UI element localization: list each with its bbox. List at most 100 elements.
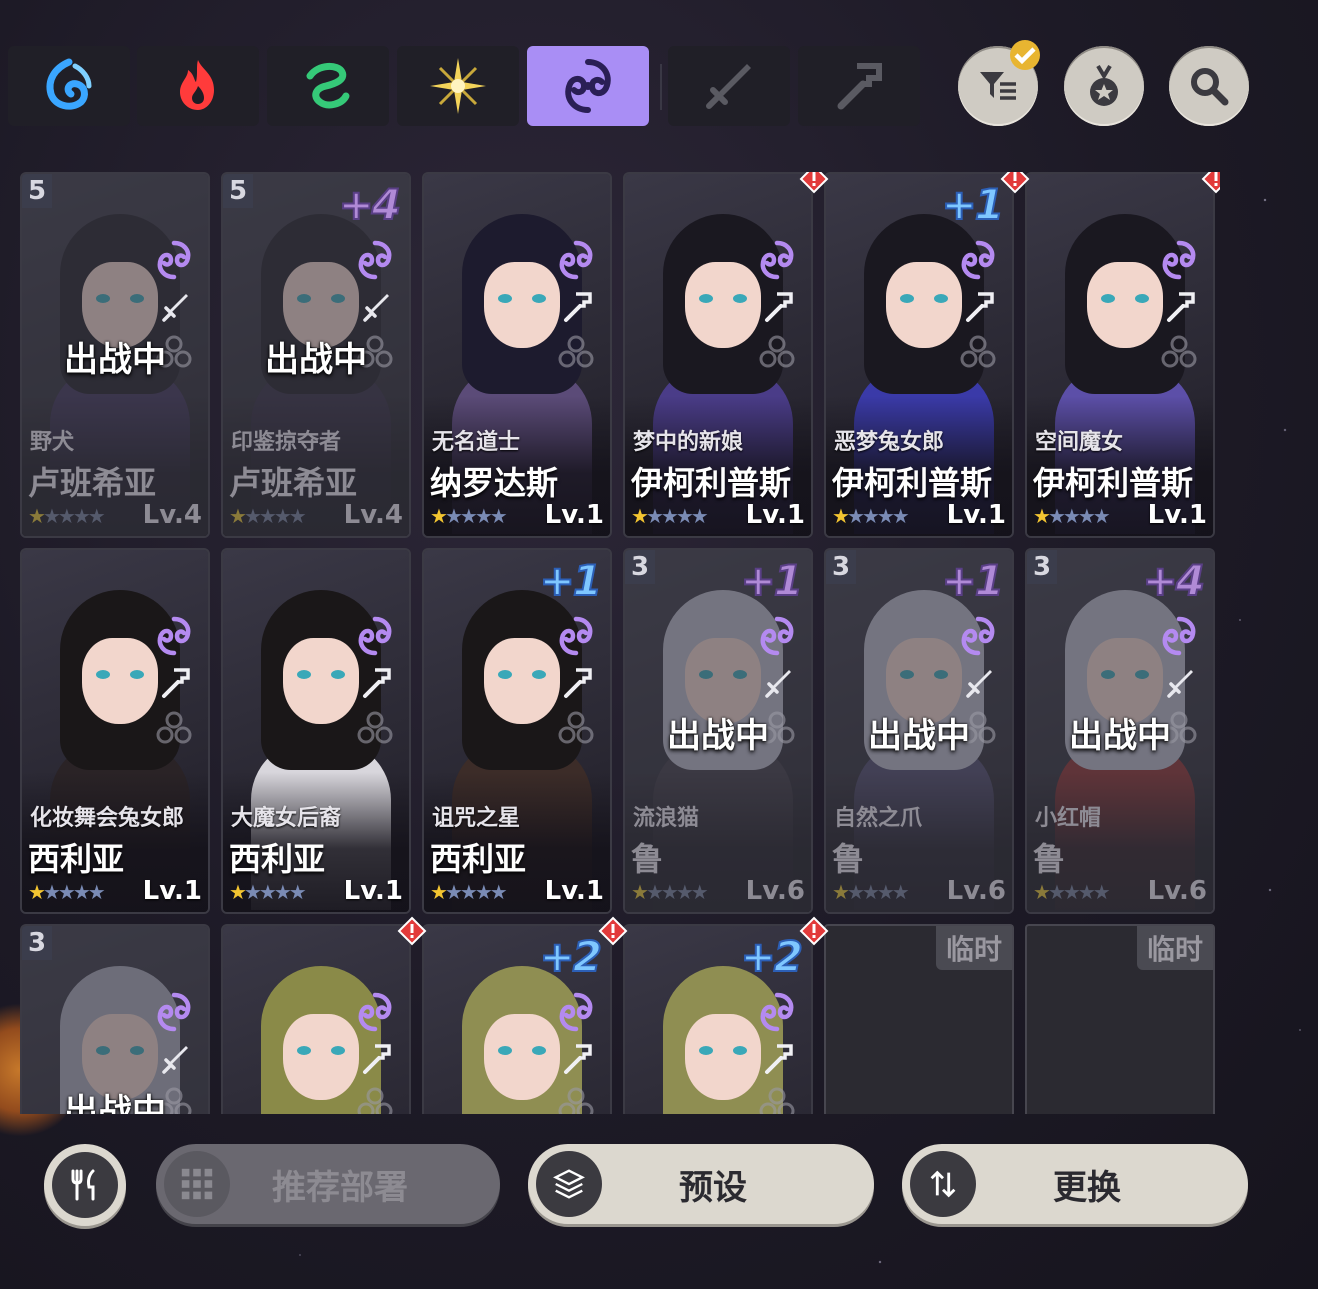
character-level: Lv.1 [946, 500, 1006, 530]
star-rating: ★★★★★ [229, 880, 307, 904]
hammer-class-icon [761, 288, 797, 324]
character-card[interactable]: +2 [623, 924, 813, 1114]
alert-badge-icon [799, 916, 829, 946]
water-element-icon [46, 58, 92, 110]
dark-element-icon [1157, 614, 1201, 658]
accessory-slots-icon [156, 710, 192, 746]
hammer-class-icon [560, 664, 596, 700]
dark-element-icon [554, 238, 598, 282]
tab-sword-class[interactable] [668, 46, 790, 126]
accessory-slots-icon [759, 334, 795, 370]
temporary-tag: 临时 [935, 926, 1012, 970]
character-card[interactable] [221, 924, 411, 1114]
fire-element-icon [180, 60, 214, 110]
character-card[interactable]: +1 恶梦兔女郎 伊柯利普斯 ★★★★★ Lv.1 [824, 172, 1014, 538]
preset-button[interactable]: 预设 [528, 1144, 874, 1224]
character-name: 卢班希亚 [229, 464, 358, 502]
accessory-slots-icon [558, 1086, 594, 1114]
character-title: 恶梦兔女郎 [834, 430, 945, 455]
hammer-class-icon [560, 288, 596, 324]
deployed-label: 出战中 [64, 340, 166, 380]
search-icon [1191, 68, 1229, 106]
sword-class-icon [158, 1040, 194, 1076]
character-level: Lv.4 [343, 500, 403, 530]
dark-element-icon [565, 59, 611, 113]
character-level: Lv.1 [142, 876, 202, 906]
tab-light[interactable] [397, 46, 519, 126]
temporary-tag: 临时 [1136, 926, 1213, 970]
star-rating: ★★★★★ [631, 504, 709, 528]
accessory-slots-icon [558, 710, 594, 746]
dark-element-icon [956, 238, 1000, 282]
light-element-icon [430, 58, 486, 114]
temporary-slot[interactable]: 临时 [1025, 924, 1215, 1114]
swap-button[interactable]: 更换 [902, 1144, 1248, 1224]
wind-element-icon [306, 63, 350, 109]
dark-element-icon [353, 990, 397, 1034]
character-card[interactable]: +1 诅咒之星 西利亚 ★★★★★ Lv.1 [422, 548, 612, 914]
feed-button[interactable] [44, 1144, 126, 1226]
enhance-level: +4 [1142, 555, 1206, 606]
recommend-deploy-label: 推荐部署 [272, 1167, 408, 1208]
character-card[interactable]: 3 出战中 [20, 924, 210, 1114]
tab-hammer-class[interactable] [798, 46, 920, 126]
dark-element-icon [956, 614, 1000, 658]
character-title: 空间魔女 [1035, 430, 1124, 455]
character-card[interactable]: 梦中的新娘 伊柯利普斯 ★★★★★ Lv.1 [623, 172, 813, 538]
rank-badge: 3 [625, 550, 655, 584]
character-card[interactable]: 无名道士 纳罗达斯 ★★★★★ Lv.1 [422, 172, 612, 538]
character-card[interactable]: +2 [422, 924, 612, 1114]
tab-fire[interactable] [137, 46, 259, 126]
character-card[interactable]: 大魔女后裔 西利亚 ★★★★★ Lv.1 [221, 548, 411, 914]
rank-badge: 3 [826, 550, 856, 584]
hammer-class-icon [1163, 288, 1199, 324]
swap-arrows-icon [910, 1151, 976, 1217]
medal-button[interactable] [1064, 46, 1144, 126]
character-level: Lv.6 [1147, 876, 1207, 906]
enhance-level: +2 [539, 931, 603, 982]
character-card[interactable]: 3 +4 出战中 小红帽鲁 ★★★★★ Lv.6 [1025, 548, 1215, 914]
character-card[interactable]: 5 +4 出战中 印鉴掠夺者 卢班希亚 ★★★★★ Lv.4 [221, 172, 411, 538]
character-level: Lv.1 [544, 500, 604, 530]
character-name: 鲁 [631, 840, 664, 878]
tab-dark[interactable] [527, 46, 649, 126]
character-card[interactable]: 化妆舞会兔女郎 西利亚 ★★★★★ Lv.1 [20, 548, 210, 914]
character-name: 卢班希亚 [28, 464, 157, 502]
character-level: Lv.1 [745, 500, 805, 530]
character-card[interactable]: 3 +1 出战中 自然之爪鲁 ★★★★★ Lv.6 [824, 548, 1014, 914]
deployed-label: 出战中 [868, 716, 970, 756]
tab-divider [660, 64, 662, 110]
hammer-class-icon [962, 288, 998, 324]
rank-badge: 3 [1027, 550, 1057, 584]
character-name: 鲁 [1033, 840, 1066, 878]
character-title: 流浪猫 [633, 806, 700, 831]
tab-wind[interactable] [267, 46, 389, 126]
rank-badge: 5 [22, 174, 52, 208]
deployed-label: 出战中 [265, 340, 367, 380]
star-rating: ★★★★★ [28, 504, 106, 528]
character-level: Lv.1 [544, 876, 604, 906]
character-title: 诅咒之星 [432, 806, 521, 831]
medal-icon [1090, 64, 1118, 106]
search-button[interactable] [1169, 46, 1249, 126]
hammer-class-icon [761, 1040, 797, 1076]
temporary-slot[interactable]: 临时 [824, 924, 1014, 1114]
character-card[interactable]: 空间魔女 伊柯利普斯 ★★★★★ Lv.1 [1025, 172, 1215, 538]
character-level: Lv.6 [745, 876, 805, 906]
character-card[interactable]: 5 出战中 野犬 卢班希亚 ★★★★★ Lv.4 [20, 172, 210, 538]
tab-water[interactable] [8, 46, 130, 126]
star-rating: ★★★★★ [832, 504, 910, 528]
deployed-label: 出战中 [1069, 716, 1171, 756]
character-title: 大魔女后裔 [231, 806, 342, 831]
dark-element-icon [554, 990, 598, 1034]
rank-badge: 3 [22, 926, 52, 960]
hammer-class-icon [158, 664, 194, 700]
character-level: Lv.4 [142, 500, 202, 530]
recommend-deploy-button[interactable]: 推荐部署 [156, 1144, 500, 1224]
enhance-level: +1 [740, 555, 804, 606]
preset-label: 预设 [679, 1167, 747, 1208]
filter-button[interactable] [958, 40, 1040, 126]
deployed-label: 出战中 [667, 716, 769, 756]
character-card[interactable]: 3 +1 出战中 流浪猫鲁 ★★★★★ Lv.6 [623, 548, 813, 914]
hammer-class-icon [359, 1040, 395, 1076]
